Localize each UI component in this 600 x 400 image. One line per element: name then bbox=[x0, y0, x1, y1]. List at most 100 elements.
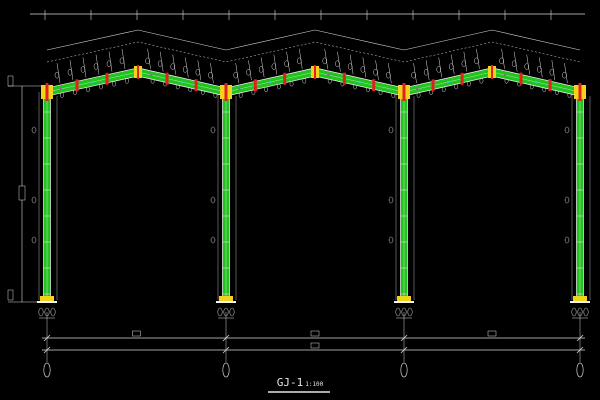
anchor-bolt-callout bbox=[583, 307, 589, 317]
ridge-end-plate bbox=[137, 65, 139, 79]
column-bolt-callout bbox=[564, 236, 570, 244]
drawing-title-main: GJ-1 bbox=[277, 376, 304, 389]
purlin-callout-circle bbox=[360, 66, 366, 73]
anchor-bolt-callout bbox=[229, 307, 235, 317]
bolt-callout-circle bbox=[479, 78, 484, 84]
purlin-callout-circle bbox=[423, 69, 429, 76]
bolt-callout-circle bbox=[99, 83, 103, 90]
span-dim-text-box bbox=[310, 330, 320, 337]
eave-level-marker bbox=[7, 75, 14, 87]
anchor-bolt-callout bbox=[50, 307, 56, 317]
rafter-splice-plate bbox=[105, 72, 109, 85]
total-dim-text-box bbox=[310, 342, 320, 349]
rafter-accent-mark bbox=[150, 73, 153, 77]
purlin-callout-circle bbox=[347, 63, 353, 70]
anchor-bolt-callout bbox=[571, 307, 577, 317]
cad-drawing-canvas: GJ-1 1:100 bbox=[0, 0, 600, 400]
purlin-callout-circle bbox=[297, 57, 302, 65]
top-dimension-chain bbox=[30, 10, 585, 98]
grid-axis-bubbles bbox=[43, 355, 584, 378]
column-bolt-callout bbox=[31, 126, 37, 134]
purlin-callout-circle bbox=[246, 69, 251, 76]
purlin-callout-circle bbox=[258, 66, 264, 73]
drawing-title-block: GJ-1 1:100 bbox=[268, 376, 330, 393]
column-base-plate bbox=[40, 296, 54, 301]
rafter-splice-plate bbox=[342, 72, 346, 85]
haunch-end-plate bbox=[402, 83, 406, 101]
rafter-accent-mark bbox=[91, 80, 94, 84]
purlin-callout-circle bbox=[67, 69, 73, 76]
haunch-end-plate bbox=[224, 83, 228, 101]
column-bolt-callout bbox=[564, 196, 570, 204]
haunch-end-plate bbox=[578, 83, 582, 101]
purlin-callout-circle bbox=[157, 60, 163, 67]
column-base-line bbox=[394, 301, 414, 303]
column-base-line bbox=[216, 301, 236, 303]
purlin-callout-circle bbox=[461, 60, 467, 67]
drawing-title-scale: 1:100 bbox=[305, 381, 323, 388]
anchor-bolt-callout bbox=[395, 307, 401, 317]
column-bolt-callout bbox=[564, 126, 570, 134]
purlin-callout-circle bbox=[170, 63, 175, 70]
haunch-end-plate bbox=[45, 83, 49, 101]
purlin-callout-circle bbox=[195, 69, 201, 76]
bolt-callout-circle bbox=[125, 78, 129, 84]
rafter-accent-mark bbox=[446, 80, 450, 84]
purlin-callout-circle bbox=[537, 66, 542, 73]
rafter-splice-plate bbox=[194, 79, 198, 92]
rafter-accent-mark bbox=[504, 73, 507, 77]
purlin-callout-circle bbox=[549, 69, 555, 76]
axis-bubble bbox=[400, 362, 408, 378]
axis-bubble bbox=[222, 362, 230, 378]
elev-dim-text-box bbox=[18, 185, 26, 201]
column-base-plate bbox=[397, 296, 411, 301]
rafter-splice-plate bbox=[460, 72, 464, 85]
purlin-callout-circle bbox=[271, 63, 277, 70]
purlin-callout-circle bbox=[284, 60, 289, 67]
rafter-splice-plate bbox=[253, 79, 257, 92]
span-dim-text-box bbox=[487, 330, 497, 337]
drawing-title: GJ-1 1:100 bbox=[277, 376, 324, 389]
roof-dim-outline-upper bbox=[46, 29, 581, 51]
bolt-callout-circle bbox=[264, 86, 268, 93]
base-level-marker bbox=[7, 289, 14, 301]
column-bolt-callout bbox=[210, 236, 216, 244]
purlin-callout-circle bbox=[524, 63, 529, 70]
column-bolt-callout bbox=[210, 126, 216, 134]
purlin-callout-circle bbox=[106, 60, 112, 67]
purlin-callout-circle bbox=[233, 71, 238, 79]
bolt-callout-circle bbox=[60, 92, 64, 98]
axis-bubble bbox=[576, 362, 584, 378]
rafter-accent-mark bbox=[269, 80, 272, 84]
column-base-line bbox=[570, 301, 590, 303]
anchor-bolt-callout bbox=[38, 307, 44, 317]
ridge-end-plate bbox=[491, 65, 493, 79]
rafter-splice-plate bbox=[75, 79, 79, 92]
left-elevation-dimensions bbox=[7, 75, 44, 303]
steel-columns bbox=[31, 91, 591, 317]
purlin-callout-circle bbox=[335, 60, 340, 67]
column-base-line bbox=[37, 301, 57, 303]
rafter-splice-plate bbox=[519, 72, 523, 85]
column-base-plate bbox=[573, 296, 587, 301]
purlin-callout-circle bbox=[322, 57, 327, 65]
bolt-callout-circle bbox=[302, 78, 307, 84]
bolt-callout-circle bbox=[467, 81, 471, 87]
column-bolt-callout bbox=[210, 196, 216, 204]
bolt-callout-circle bbox=[416, 92, 421, 98]
purlin-callout-circle bbox=[499, 57, 504, 65]
column-bolt-callout bbox=[31, 196, 37, 204]
axis-bubble bbox=[43, 362, 51, 378]
anchor-bolt-callout bbox=[217, 307, 223, 317]
rafter-accent-mark bbox=[238, 87, 241, 91]
column-bolt-callout bbox=[388, 236, 394, 244]
bottom-dimension-chain bbox=[39, 312, 588, 355]
purlin-callout-circle bbox=[562, 71, 567, 79]
purlin-callout-circle bbox=[208, 71, 213, 79]
rafter-splice-plate bbox=[283, 72, 287, 85]
rafter-accent-mark bbox=[416, 87, 419, 91]
purlin-callout-circle bbox=[386, 71, 391, 79]
portal-frame-elevation-drawing: GJ-1 1:100 bbox=[7, 10, 591, 393]
column-bolt-callout bbox=[31, 236, 37, 244]
column-base-plate bbox=[219, 296, 233, 301]
